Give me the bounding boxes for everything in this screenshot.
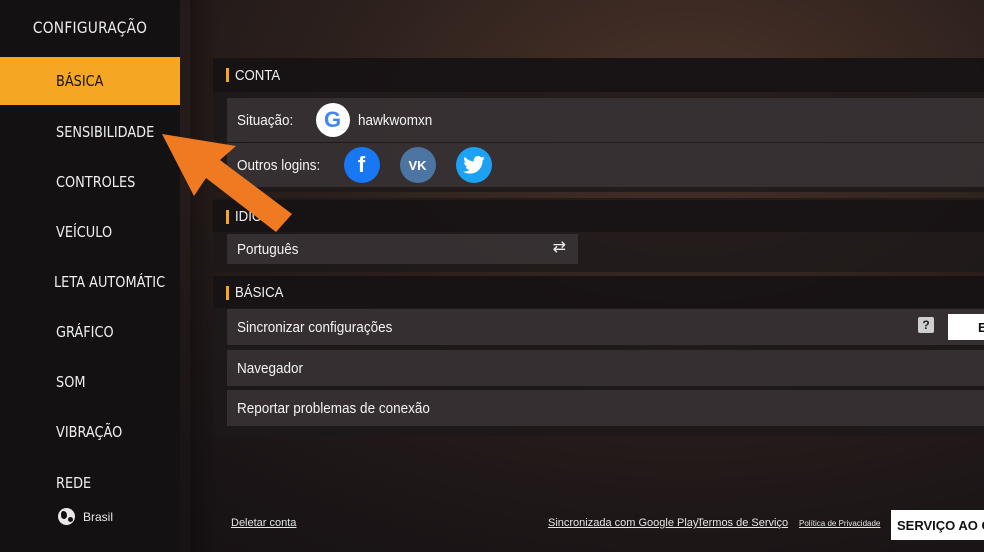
settings-sidebar: CONFIGURAÇÃO BÁSICA SENSIBILIDADE CONTRO…: [0, 0, 180, 552]
terms-link[interactable]: Termos de Serviço: [697, 517, 788, 529]
vk-icon[interactable]: VK: [399, 147, 436, 183]
sidebar-title: CONFIGURAÇÃO: [32, 18, 148, 37]
sync-settings-row[interactable]: Sincronizar configurações: [227, 309, 984, 345]
report-connection-row[interactable]: Reportar problemas de conexão: [227, 390, 984, 426]
browser-row[interactable]: Navegador: [227, 350, 984, 386]
status-row: Situação: G hawkwomxn: [227, 98, 984, 142]
region-label: Brasil: [83, 509, 114, 524]
help-icon[interactable]: ?: [918, 317, 934, 333]
globe-icon: [58, 508, 75, 525]
other-logins-row: Outros logins: f VK: [227, 143, 984, 187]
facebook-icon[interactable]: f: [343, 147, 380, 183]
sidebar-item-vibracao[interactable]: VIBRAÇÃO: [0, 408, 180, 456]
conta-section-header: CONTA: [213, 58, 984, 92]
customer-service-button[interactable]: SERVIÇO AO CL: [891, 510, 984, 540]
browser-label: Navegador: [237, 359, 304, 377]
twitter-icon[interactable]: [455, 147, 492, 183]
pointer-arrow-icon: [162, 134, 292, 232]
sync-settings-button[interactable]: E: [948, 314, 984, 340]
idioma-section-header: IDIO: [213, 200, 984, 232]
language-value: Português: [237, 240, 299, 258]
google-play-sync-link[interactable]: Sincronizada com Google Play: [548, 517, 698, 529]
region-selector[interactable]: Brasil: [58, 508, 113, 525]
sidebar-item-basica[interactable]: BÁSICA: [0, 57, 180, 105]
username: hawkwomxn: [357, 111, 432, 129]
google-icon: G: [315, 103, 350, 137]
sidebar-item-som[interactable]: SOM: [0, 358, 180, 406]
sync-settings-label: Sincronizar configurações: [237, 318, 393, 336]
sidebar-item-coleta-automatica[interactable]: LETA AUTOMÁTIC: [0, 258, 180, 306]
swap-icon[interactable]: ⇄: [553, 240, 566, 256]
privacy-link[interactable]: Política de Privacidade: [799, 519, 880, 528]
sidebar-item-rede[interactable]: REDE: [0, 474, 180, 496]
delete-account-link[interactable]: Deletar conta: [231, 517, 296, 529]
sidebar-item-grafico[interactable]: GRÁFICO: [0, 308, 180, 356]
report-connection-label: Reportar problemas de conexão: [237, 399, 430, 417]
basica-section-header: BÁSICA: [213, 276, 984, 308]
